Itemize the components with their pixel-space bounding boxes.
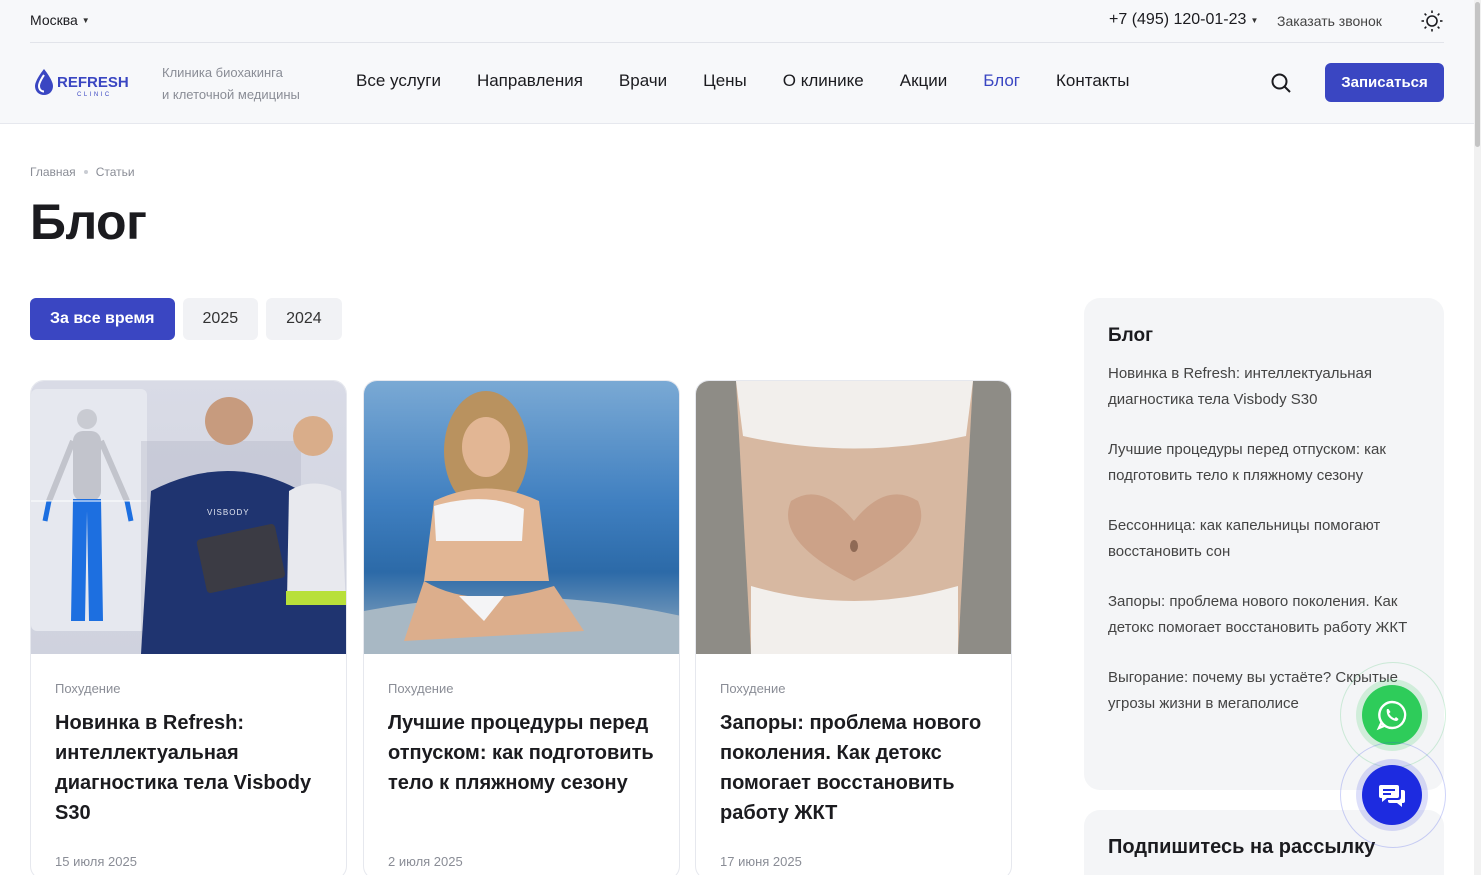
article-card[interactable]: Похудение Запоры: проблема нового поколе… <box>695 380 1012 875</box>
main-nav: Все услуги Направления Врачи Цены О клин… <box>356 71 1165 91</box>
card-title[interactable]: Новинка в Refresh: интеллектуальная диаг… <box>55 708 322 828</box>
city-label: Москва <box>30 12 78 28</box>
abdomen-illustration <box>736 381 973 654</box>
whatsapp-icon <box>1376 700 1407 731</box>
book-appointment-button[interactable]: Записаться <box>1325 63 1444 102</box>
card-date: 15 июля 2025 <box>55 854 137 869</box>
visbody-illustration: VISBODY <box>31 389 346 654</box>
phone-number: +7 (495) 120-01-23 <box>1109 11 1247 28</box>
sidebar-article-link[interactable]: Лучшие процедуры перед отпуском: как под… <box>1108 437 1420 489</box>
article-card[interactable]: Похудение Лучшие процедуры перед отпуско… <box>363 380 680 875</box>
sidebar-article-link[interactable]: Запоры: проблема нового поколения. Как д… <box>1108 589 1420 641</box>
tagline: Клиника биохакинга и клеточной медицины <box>162 62 300 106</box>
nav-item-prices[interactable]: Цены <box>703 71 747 91</box>
chat-icon <box>1379 785 1405 807</box>
logo[interactable]: REFRESH CLINIC <box>32 63 132 103</box>
top-bar <box>0 0 1481 43</box>
card-title[interactable]: Запоры: проблема нового поколения. Как д… <box>720 708 987 828</box>
year-filters: За все время 2025 2024 <box>30 298 342 340</box>
nav-item-contacts[interactable]: Контакты <box>1056 71 1129 91</box>
nav-item-directions[interactable]: Направления <box>477 71 583 91</box>
visbody-shirt-label: VISBODY <box>207 508 250 517</box>
tagline-line-1: Клиника биохакинга <box>162 65 283 80</box>
card-image-visbody: VISBODY <box>31 381 346 654</box>
nav-item-blog[interactable]: Блог <box>983 71 1020 91</box>
filter-2024[interactable]: 2024 <box>266 298 342 340</box>
chat-button[interactable] <box>1362 765 1422 825</box>
sidebar-article-link[interactable]: Бессонница: как капельницы помогают восс… <box>1108 513 1420 565</box>
logo-subtext: CLINIC <box>77 92 112 98</box>
nav-item-services[interactable]: Все услуги <box>356 71 441 91</box>
beach-illustration <box>364 391 679 654</box>
card-category: Похудение <box>388 681 454 696</box>
whatsapp-button[interactable] <box>1362 685 1422 745</box>
nav-item-promos[interactable]: Акции <box>900 71 948 91</box>
breadcrumb-articles[interactable]: Статьи <box>96 165 135 179</box>
breadcrumb-separator <box>83 170 88 174</box>
card-date: 17 июня 2025 <box>720 854 802 869</box>
card-category: Похудение <box>55 681 121 696</box>
page-title: Блог <box>30 194 147 250</box>
filter-2025[interactable]: 2025 <box>182 298 259 340</box>
logo-text: REFRESH <box>57 74 129 91</box>
sun-icon[interactable] <box>1420 9 1444 33</box>
nav-item-about[interactable]: О клинике <box>783 71 864 91</box>
card-image-abdomen <box>696 381 1011 654</box>
filter-all-time[interactable]: За все время <box>30 298 175 340</box>
chevron-down-icon: ▼ <box>1250 15 1259 25</box>
article-card[interactable]: VISBODY Похудение Новинка в Refresh: инт… <box>30 380 347 875</box>
card-date: 2 июля 2025 <box>388 854 463 869</box>
card-category: Похудение <box>720 681 786 696</box>
search-icon[interactable] <box>1269 71 1293 95</box>
chevron-down-icon: ▼ <box>81 15 90 25</box>
nav-item-doctors[interactable]: Врачи <box>619 71 667 91</box>
breadcrumb: Главная Статьи <box>30 165 135 179</box>
breadcrumb-home[interactable]: Главная <box>30 165 76 179</box>
sidebar-title: Блог <box>1108 325 1153 346</box>
tagline-line-2: и клеточной медицины <box>162 87 300 102</box>
site-header: REFRESH CLINIC Клиника биохакинга и клет… <box>0 43 1481 124</box>
scrollbar-thumb[interactable] <box>1475 2 1480 147</box>
card-title[interactable]: Лучшие процедуры перед отпуском: как под… <box>388 708 655 798</box>
city-selector[interactable]: Москва ▼ <box>30 12 90 28</box>
callback-link[interactable]: Заказать звонок <box>1277 13 1382 29</box>
sidebar-article-link[interactable]: Новинка в Refresh: интеллектуальная диаг… <box>1108 361 1420 413</box>
card-image-beach <box>364 381 679 654</box>
phone-link[interactable]: +7 (495) 120-01-23 ▼ <box>1109 11 1258 29</box>
